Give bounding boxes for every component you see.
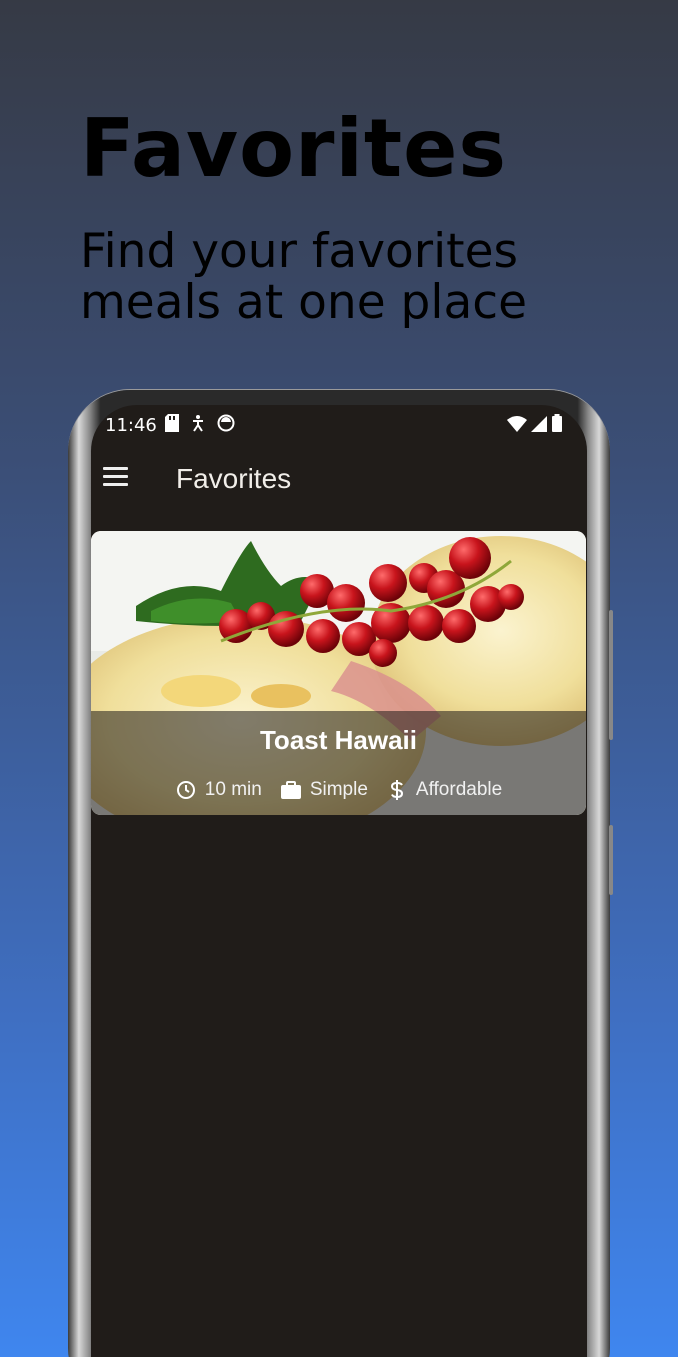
accessibility-icon	[193, 415, 203, 432]
meal-title: Toast Hawaii	[259, 725, 417, 755]
app-bar-title: Favorites	[176, 463, 292, 494]
volume-button	[609, 610, 613, 740]
status-time: 11:46	[105, 415, 157, 436]
circle-app-icon	[217, 414, 235, 432]
meal-info-overlay: Toast Hawaii 10 min Simple Affordable	[91, 711, 586, 815]
meal-complexity-label: Simple	[309, 779, 368, 800]
sd-card-icon	[165, 414, 179, 432]
meal-complexity: Simple	[280, 779, 368, 801]
meal-meta: 10 min Simple Affordable	[91, 779, 586, 801]
app-bar: Favorites	[91, 457, 587, 507]
status-bar: 11:46	[91, 405, 587, 445]
dollar-icon	[386, 779, 408, 801]
meal-affordability: Affordable	[386, 779, 502, 801]
meal-duration-label: 10 min	[204, 779, 262, 800]
hamburger-menu-icon[interactable]	[103, 461, 133, 491]
battery-icon	[552, 414, 562, 432]
signal-icon	[531, 416, 547, 432]
meal-affordability-label: Affordable	[415, 779, 503, 800]
app-screen: 11:46 Favorites Toast Hawaii 10 min Simp…	[91, 405, 587, 1357]
meal-duration: 10 min	[175, 779, 262, 801]
promo-title: Favorites	[80, 102, 508, 195]
phone-frame: 11:46 Favorites Toast Hawaii 10 min Simp…	[68, 390, 613, 1357]
meal-card[interactable]: Toast Hawaii 10 min Simple Affordable	[91, 531, 586, 815]
wifi-icon	[507, 416, 527, 432]
power-button	[609, 825, 613, 895]
briefcase-icon	[280, 779, 302, 801]
clock-icon	[175, 779, 197, 801]
promo-subtitle: Find your favorites meals at one place	[80, 224, 528, 330]
